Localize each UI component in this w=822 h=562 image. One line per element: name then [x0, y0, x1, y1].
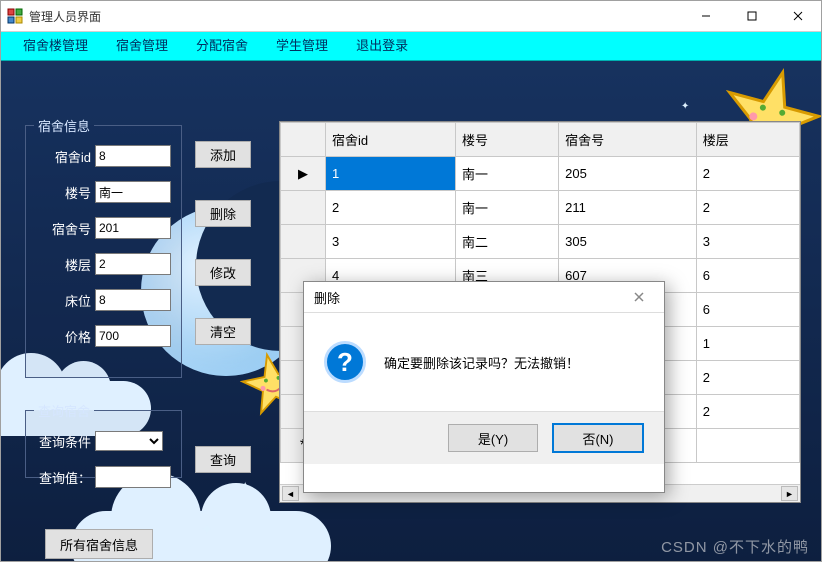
dorm-info-group: 宿舍信息 宿舍id 楼号 宿舍号 楼层 床位 价格	[25, 116, 182, 378]
close-button[interactable]	[775, 1, 821, 31]
scroll-left-icon[interactable]: ◄	[282, 486, 299, 501]
input-price[interactable]	[95, 325, 171, 347]
table-cell[interactable]: 2	[696, 157, 799, 191]
maximize-button[interactable]	[729, 1, 775, 31]
menu-bar: 宿舍楼管理 宿舍管理 分配宿舍 学生管理 退出登录	[1, 32, 821, 61]
dialog-title: 删除	[314, 288, 624, 307]
table-cell[interactable]: 3	[326, 225, 456, 259]
row-header	[281, 191, 326, 225]
query-group: 查询宿舍 查询条件 查询值：	[25, 401, 182, 478]
table-cell[interactable]: 2	[696, 361, 799, 395]
table-cell[interactable]: 2	[696, 191, 799, 225]
column-header[interactable]: 楼号	[455, 123, 558, 157]
input-query-val[interactable]	[95, 466, 171, 488]
question-icon: ?	[324, 341, 366, 383]
watermark: CSDN @不下水的鸭	[661, 536, 809, 557]
table-cell[interactable]: 6	[696, 259, 799, 293]
table-row[interactable]: 2南一2112	[281, 191, 800, 225]
column-header[interactable]: 宿舍号	[559, 123, 697, 157]
menu-student[interactable]: 学生管理	[262, 32, 342, 60]
dialog-message: 确定要删除该记录吗？无法撤销！	[384, 353, 579, 372]
table-cell[interactable]: 2	[696, 395, 799, 429]
input-floor[interactable]	[95, 253, 171, 275]
table-cell[interactable]	[696, 429, 799, 463]
label-beds: 床位	[36, 291, 95, 310]
star-dot-icon: ✦	[241, 481, 249, 492]
label-building: 楼号	[36, 183, 95, 202]
minimize-button[interactable]	[683, 1, 729, 31]
input-room-no[interactable]	[95, 217, 171, 239]
dialog-close-button[interactable]	[624, 282, 654, 312]
search-button[interactable]: 查询	[195, 446, 251, 473]
modify-button[interactable]: 修改	[195, 259, 251, 286]
table-cell[interactable]: 211	[559, 191, 697, 225]
star-dot-icon: ✦	[681, 101, 689, 112]
row-header	[281, 123, 326, 157]
column-header[interactable]: 楼层	[696, 123, 799, 157]
row-header: ▶	[281, 157, 326, 191]
label-dorm-id: 宿舍id	[36, 147, 95, 166]
label-price: 价格	[36, 327, 95, 346]
app-window: 管理人员界面 宿舍楼管理 宿舍管理 分配宿舍 学生管理 退出登录 ✦ ✦ ✦ 宿…	[0, 0, 822, 562]
menu-dorm[interactable]: 宿舍管理	[102, 32, 182, 60]
app-icon	[7, 8, 23, 24]
table-row[interactable]: ▶1南一2052	[281, 157, 800, 191]
table-cell[interactable]: 3	[696, 225, 799, 259]
column-header[interactable]: 宿舍id	[326, 123, 456, 157]
label-floor: 楼层	[36, 255, 95, 274]
input-dorm-id[interactable]	[95, 145, 171, 167]
dialog-title-bar: 删除	[304, 282, 664, 313]
title-bar: 管理人员界面	[1, 1, 821, 32]
row-header	[281, 225, 326, 259]
label-query-cond: 查询条件	[36, 432, 95, 451]
table-cell[interactable]: 南一	[455, 157, 558, 191]
dialog-yes-button[interactable]: 是(Y)	[448, 424, 538, 452]
confirm-delete-dialog: 删除 ? 确定要删除该记录吗？无法撤销！ 是(Y) 否(N)	[303, 281, 665, 493]
select-query-cond[interactable]	[95, 431, 163, 451]
input-building[interactable]	[95, 181, 171, 203]
table-cell[interactable]: 南二	[455, 225, 558, 259]
table-cell[interactable]: 2	[326, 191, 456, 225]
dorm-info-title: 宿舍信息	[34, 116, 94, 135]
label-room-no: 宿舍号	[36, 219, 95, 238]
add-button[interactable]: 添加	[195, 141, 251, 168]
query-title: 查询宿舍	[34, 401, 94, 420]
dialog-no-button[interactable]: 否(N)	[552, 423, 644, 453]
table-row[interactable]: 3南二3053	[281, 225, 800, 259]
clear-button[interactable]: 清空	[195, 318, 251, 345]
table-cell[interactable]: 6	[696, 293, 799, 327]
all-dorms-button[interactable]: 所有宿舍信息	[45, 529, 153, 559]
delete-button[interactable]: 删除	[195, 200, 251, 227]
table-cell[interactable]: 1	[696, 327, 799, 361]
menu-building[interactable]: 宿舍楼管理	[9, 32, 102, 60]
table-cell[interactable]: 305	[559, 225, 697, 259]
client-area: ✦ ✦ ✦ 宿舍信息 宿舍id 楼号 宿舍号 楼层 床位 价格 添加 删除 修改…	[1, 61, 821, 562]
menu-assign[interactable]: 分配宿舍	[182, 32, 262, 60]
table-cell[interactable]: 205	[559, 157, 697, 191]
table-cell[interactable]: 南一	[455, 191, 558, 225]
table-cell[interactable]: 1	[326, 157, 456, 191]
input-beds[interactable]	[95, 289, 171, 311]
scroll-right-icon[interactable]: ►	[781, 486, 798, 501]
menu-logout[interactable]: 退出登录	[342, 32, 422, 60]
window-title: 管理人员界面	[29, 8, 683, 25]
star-dot-icon: ✦	[201, 521, 213, 538]
label-query-val: 查询值：	[36, 468, 95, 487]
